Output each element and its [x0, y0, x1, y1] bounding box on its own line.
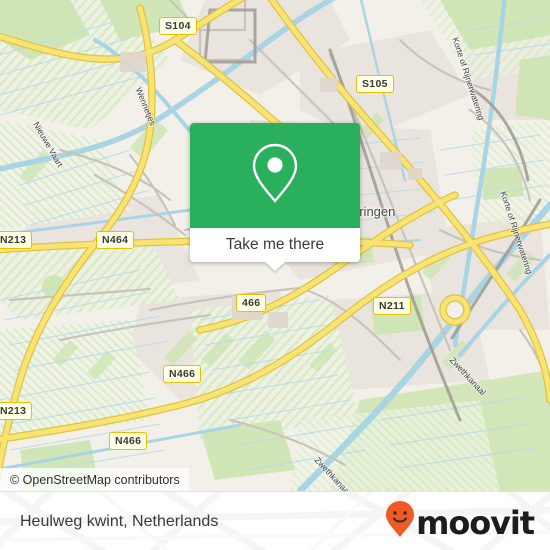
popup-image-area — [190, 123, 360, 228]
footer-bar: Heulweg kwint, Netherlands moovit — [0, 491, 550, 550]
road-shield: N466 — [163, 365, 202, 383]
map-attribution[interactable]: © OpenStreetMap contributors — [0, 468, 189, 491]
road-shield: N466 — [109, 432, 148, 450]
take-me-there-label: Take me there — [225, 236, 325, 253]
location-title: Heulweg kwint, Netherlands — [20, 492, 218, 550]
moovit-logo[interactable]: moovit — [385, 492, 535, 550]
take-me-there-button[interactable]: Take me there — [190, 228, 360, 271]
attribution-text: © OpenStreetMap contributors — [10, 472, 180, 487]
moovit-pin-icon — [385, 500, 415, 543]
road-shield: S105 — [356, 75, 394, 93]
map-pin-icon — [250, 142, 300, 209]
road-shield: 466 — [236, 294, 267, 312]
popup-pointer-icon — [265, 262, 285, 271]
road-shield: N213 — [0, 402, 33, 420]
road-shield: S104 — [159, 17, 197, 35]
location-title-text: Heulweg kwint, Netherlands — [20, 512, 219, 530]
moovit-map-screenshot: S104 S105 N464 N213 N213 N466 N466 466 N… — [0, 0, 550, 550]
road-shield: N211 — [373, 297, 411, 315]
map-canvas[interactable]: S104 S105 N464 N213 N213 N466 N466 466 N… — [0, 0, 550, 491]
road-shield: N464 — [96, 231, 135, 249]
road-shield: N213 — [0, 231, 33, 249]
moovit-wordmark: moovit — [416, 503, 535, 542]
destination-popup[interactable]: Take me there — [190, 123, 360, 271]
